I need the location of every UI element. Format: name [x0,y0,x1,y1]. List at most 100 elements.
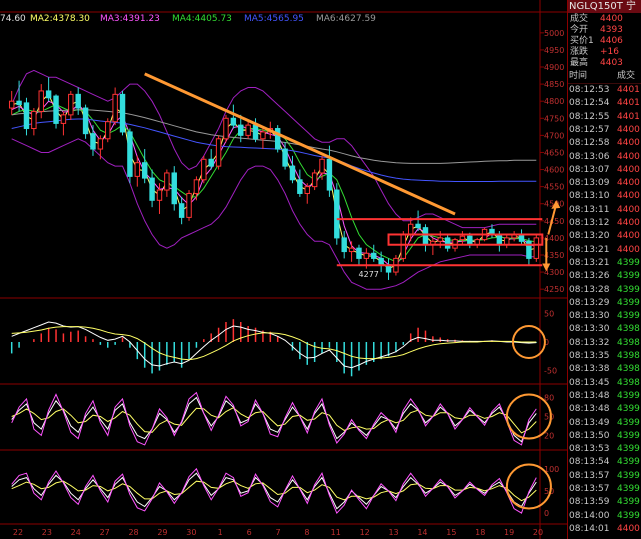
trade-row: 08:13:07 4400 [568,165,641,176]
macd-dif-line [11,321,537,369]
candle-body [348,247,355,253]
trade-price: 4399 [617,297,640,308]
trade-row: 08:14:01 4400 [568,524,641,535]
price-tick-label: 4700 [544,131,564,140]
trade-row: 08:13:38 4398 [568,364,641,375]
trade-price: 4399 [617,430,640,441]
candle-body [141,162,148,179]
chart-area[interactable]: 5000 4950 4900 4850 4800 4750 4700 4650 4600 4550… [0,0,567,539]
trade-price: 4399 [617,404,640,415]
x-tick-label: 22 [13,528,23,537]
trade-time: 08:13:20 [569,231,610,242]
trade-price: 4399 [617,484,640,494]
candle-body [90,133,96,150]
candle-body [134,162,141,177]
candle-body [518,233,525,242]
x-tick-label: 30 [186,528,196,537]
trade-price: 4399 [617,271,640,282]
low-price-label: 4277 [359,270,379,279]
candle-body [164,172,170,191]
x-tick-label: 23 [42,528,52,537]
candle-body [400,233,407,259]
trade-time: 08:13:30 [569,311,610,322]
x-tick-label: 6 [247,528,252,537]
trade-time: 08:13:57 [569,484,610,494]
trade-price: 4398 [617,377,640,388]
osc-line-rsi2 [11,480,537,502]
x-tick-label: 20 [533,528,543,537]
trade-price: 4401 [617,98,640,109]
candle-body [201,158,207,181]
x-tick-label: 27 [100,528,110,537]
trade-row: 08:13:06 4400 [568,152,641,163]
trade-time: 08:12:53 [569,85,610,95]
trade-header-price: 成交 [617,71,636,81]
trade-time: 08:13:38 [569,364,610,375]
candle-body [53,95,59,124]
trade-time: 08:13:12 [569,218,610,228]
trade-row: 08:13:21 4400 [568,245,641,256]
trade-row: 08:13:32 4398 [568,338,641,349]
trade-time: 08:13:30 [569,324,610,335]
trade-row: 08:13:30 4399 [568,311,641,322]
trade-time: 08:13:35 [569,351,610,361]
trade-price: 4400 [617,231,640,242]
trade-time: 08:13:21 [569,257,610,268]
candle-body [75,93,81,109]
trade-time: 08:13:49 [569,417,610,428]
trade-row: 08:14:00 4399 [568,511,641,522]
price-tick-label: 4950 [544,46,564,55]
x-tick-label: 14 [417,528,427,537]
quote-label: 最高 [570,58,589,68]
candle-body [311,172,318,188]
trade-time: 08:13:53 [569,444,610,455]
trade-price: 4400 [617,244,640,255]
candle-body [208,158,214,167]
trade-price: 4398 [617,364,640,375]
trade-price: 4399 [617,457,640,468]
candle-body [319,158,325,174]
trade-row: 08:13:49 4399 [568,418,641,429]
trade-time: 08:12:55 [569,111,610,122]
trade-time: 08:13:26 [569,271,610,282]
price-tick-label: 4450 [544,217,564,226]
price-tick-label: 4550 [544,183,564,192]
trade-time: 08:13:50 [569,430,610,441]
trade-price: 4399 [617,257,640,268]
candle-body [326,158,333,191]
trade-price: 4400 [617,164,640,175]
candle-body [45,90,52,99]
candle-body [97,138,104,150]
trade-price: 4400 [617,178,640,189]
quote-value: 4393 [600,25,623,35]
trade-price: 4399 [617,390,640,401]
trade-price: 4400 [617,124,640,135]
trade-time: 08:13:06 [569,151,610,162]
trade-price: 4400 [617,151,640,162]
trade-row: 08:12:55 4401 [568,112,641,123]
trade-price: 4401 [617,111,640,122]
candle-body [459,235,466,241]
candle-body [193,179,200,194]
trade-row: 08:13:45 4398 [568,378,641,389]
candle-body [223,117,229,140]
trade-price: 4398 [617,324,640,335]
candle-body [422,227,429,246]
quote-row: 最高 4403 [568,58,641,69]
x-tick-label: 7 [275,528,280,537]
candle-body [112,93,118,123]
trade-time: 08:13:28 [569,284,610,295]
trade-time: 08:13:11 [569,204,610,215]
x-tick-label: 24 [71,528,81,537]
trade-row: 08:13:30 4398 [568,324,641,335]
candle-body [82,107,89,135]
legend-item: 74.60 [0,14,26,24]
candle-body [119,93,126,133]
candle-body [127,131,133,177]
x-tick-label: 8 [304,528,309,537]
trade-price: 4398 [617,337,640,348]
price-tick-label: 4800 [544,97,564,106]
legend-item: MA5:4565.95 [244,14,304,24]
quote-label: 今开 [570,25,589,35]
candle-body [415,223,421,229]
